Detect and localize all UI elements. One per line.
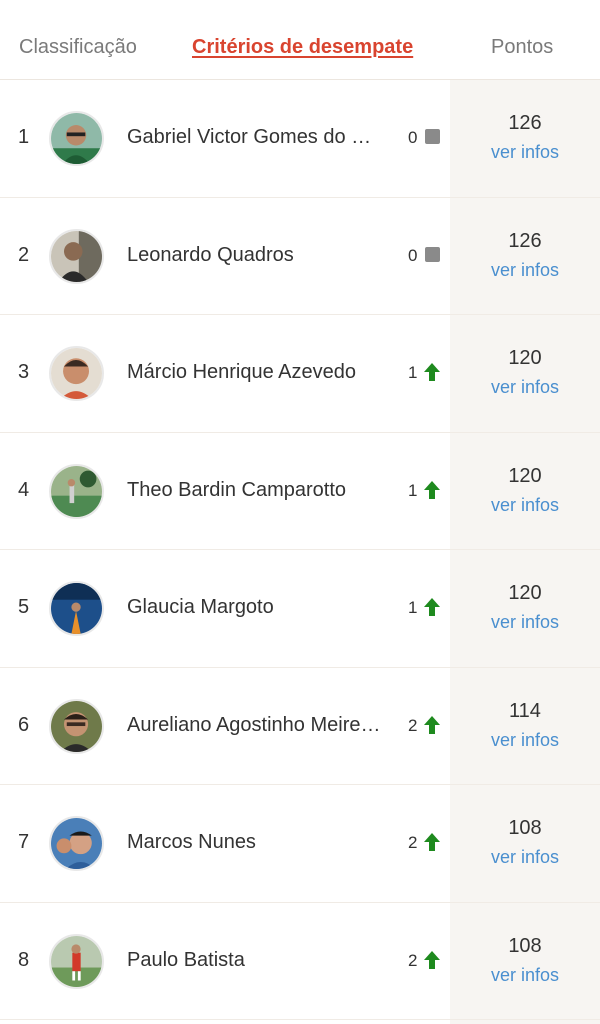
position-change: 0 — [408, 128, 418, 147]
ranking-row: 3 Márcio Henrique Azevedo 1 120 ver info… — [0, 315, 600, 433]
avatar[interactable] — [49, 816, 104, 871]
player-name[interactable]: Paulo Batista — [127, 949, 382, 972]
position-change: 2 — [408, 715, 418, 735]
player-name[interactable]: Glaucia Margoto — [127, 596, 382, 619]
position-change: 0 — [408, 245, 418, 265]
ranking-row: 4 Theo Bardin Camparotto 1 120 ver infos — [0, 433, 600, 550]
position-change: 2 — [408, 950, 418, 970]
view-info-link[interactable]: ver infos — [450, 847, 600, 868]
rank-number: 7 — [18, 831, 30, 853]
rank-number: 6 — [18, 713, 30, 736]
avatar[interactable] — [49, 698, 104, 754]
avatar[interactable] — [49, 933, 104, 989]
player-name[interactable]: Theo Bardin Camparotto — [127, 479, 382, 502]
ranking-header: Classificação Critérios de desempate Pon… — [0, 0, 600, 80]
avatar[interactable] — [49, 346, 104, 401]
player-name[interactable]: Aureliano Agostinho Meireles — [127, 714, 382, 737]
position-change: 1 — [408, 363, 418, 382]
player-name[interactable]: Leonardo Quadros — [127, 244, 382, 267]
points-value: 126 — [508, 229, 542, 252]
points-value: 108 — [508, 817, 542, 839]
avatar[interactable] — [49, 463, 104, 519]
arrow-up-icon — [424, 363, 440, 381]
player-name[interactable]: Marcos Nunes — [127, 831, 382, 854]
arrow-up-icon — [424, 833, 440, 851]
tab-tiebreak-criteria[interactable]: Critérios de desempate — [192, 36, 413, 59]
tab-classification[interactable]: Classificação — [19, 36, 137, 59]
rank-number: 2 — [18, 243, 30, 266]
no-change-icon — [425, 246, 440, 262]
avatar[interactable] — [49, 228, 104, 284]
rank-number: 8 — [18, 948, 30, 971]
points-value: 120 — [508, 464, 542, 487]
player-name[interactable]: Gabriel Victor Gomes do Nascimento — [127, 126, 382, 149]
avatar[interactable] — [49, 111, 104, 166]
points-value: 108 — [508, 934, 542, 957]
position-change: 1 — [408, 598, 418, 617]
rank-number: 3 — [18, 361, 30, 383]
ranking-list: 1 Gabriel Victor Gomes do Nascimento 0 1… — [0, 80, 600, 1024]
arrow-up-icon — [424, 950, 440, 969]
ranking-row: 5 Glaucia Margoto 1 120 ver infos — [0, 550, 600, 668]
points-value: 126 — [508, 112, 542, 134]
points-value: 120 — [508, 347, 542, 369]
points-value: 114 — [509, 699, 541, 722]
rank-number: 5 — [18, 596, 30, 618]
view-info-link[interactable]: ver infos — [450, 142, 600, 163]
points-value: 120 — [508, 582, 542, 604]
ranking-row: 1 Gabriel Victor Gomes do Nascimento 0 1… — [0, 80, 600, 198]
no-change-icon — [425, 129, 440, 144]
rank-number: 1 — [18, 126, 30, 148]
position-change: 2 — [408, 833, 418, 852]
arrow-up-icon — [424, 598, 440, 616]
points-column-header: Pontos — [491, 36, 554, 58]
ranking-row: 8 Paulo Batista 2 108 ver infos — [0, 903, 600, 1020]
position-change: 1 — [408, 480, 418, 500]
view-info-link[interactable]: ver infos — [450, 495, 600, 516]
rank-number: 4 — [18, 478, 30, 501]
player-name[interactable]: Márcio Henrique Azevedo — [127, 361, 382, 384]
arrow-up-icon — [424, 480, 440, 499]
avatar[interactable] — [49, 581, 104, 636]
ranking-row: 7 Marcos Nunes 2 108 ver infos — [0, 785, 600, 903]
view-info-link[interactable]: ver infos — [450, 377, 600, 398]
view-info-link[interactable]: ver infos — [450, 965, 600, 986]
view-info-link[interactable]: ver infos — [450, 612, 600, 633]
ranking-row: 2 Leonardo Quadros 0 126 ver infos — [0, 198, 600, 315]
view-info-link[interactable]: ver infos — [450, 730, 600, 751]
ranking-row: 6 Aureliano Agostinho Meireles 2 114 ver… — [0, 668, 600, 785]
view-info-link[interactable]: ver infos — [450, 260, 600, 281]
arrow-up-icon — [424, 715, 440, 734]
